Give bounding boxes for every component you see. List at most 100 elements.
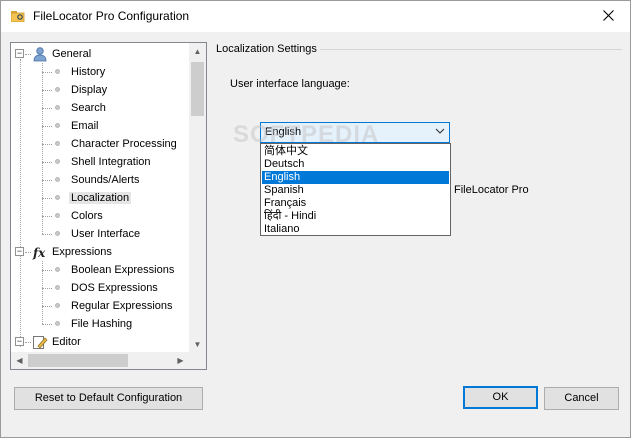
bullet-icon [55, 123, 60, 128]
language-option[interactable]: Italiano [262, 223, 449, 236]
tree-item[interactable]: File Hashing [69, 315, 134, 333]
tree-item-label: History [71, 66, 106, 78]
scroll-corner [189, 352, 206, 369]
tree-item[interactable]: DOS Expressions [69, 279, 160, 297]
bullet-icon [55, 177, 60, 182]
tree-connector [42, 63, 43, 234]
language-label: User interface language: [230, 78, 350, 90]
tree-connector [25, 54, 31, 55]
tree-item-label: Colors [71, 210, 103, 222]
tree-horizontal-scrollbar[interactable]: ◀ ▶ [11, 352, 189, 369]
tree-vertical-scrollbar[interactable]: ▲ ▼ [189, 43, 206, 353]
settings-tree[interactable]: ▲ ▼ ◀ ▶ − General History Display Search Emai… [10, 42, 207, 370]
tree-item[interactable]: Regular Expressions [69, 297, 175, 315]
tree-item[interactable]: Character Processing [69, 135, 179, 153]
tree-item-label: Shell Integration [71, 156, 151, 168]
tree-connector [42, 270, 52, 271]
bullet-icon [55, 87, 60, 92]
language-option[interactable]: Français [262, 197, 449, 210]
scroll-left-icon[interactable]: ◀ [11, 352, 28, 369]
bullet-icon [55, 69, 60, 74]
tree-item[interactable]: Sounds/Alerts [69, 171, 141, 189]
tree-item-label: Editor [52, 336, 81, 348]
tree-item[interactable]: Boolean Expressions [69, 261, 176, 279]
tree-connector [42, 234, 52, 235]
tree-item-label: Email [71, 120, 99, 132]
tree-connector [42, 324, 52, 325]
horizontal-scroll-thumb[interactable] [28, 354, 128, 367]
tree-item[interactable]: Localization [69, 189, 132, 207]
tree-connector [42, 180, 52, 181]
tree-item-label: Localization [69, 192, 132, 204]
folder-search-icon [10, 10, 25, 23]
bullet-icon [55, 105, 60, 110]
tree-item-label: Sounds/Alerts [71, 174, 140, 186]
bullet-icon [55, 141, 60, 146]
ok-button[interactable]: OK [463, 386, 538, 409]
title-bar: FileLocator Pro Configuration [1, 1, 630, 32]
svg-text:fx: fx [32, 246, 46, 260]
tree-connector [42, 126, 52, 127]
chevron-down-icon [435, 126, 445, 139]
tree-connector [42, 261, 43, 324]
tree-item-label: Character Processing [71, 138, 177, 150]
tree-connector [20, 59, 21, 347]
tree-connector [42, 108, 52, 109]
bullet-icon [55, 213, 60, 218]
tree-connector [25, 252, 31, 253]
collapse-toggle-icon[interactable]: − [15, 247, 24, 256]
tree-item-label: Search [71, 102, 106, 114]
language-option[interactable]: Spanish [262, 184, 449, 197]
language-option[interactable]: Deutsch [262, 158, 449, 171]
tree-item-label: User Interface [71, 228, 141, 240]
bullet-icon [55, 231, 60, 236]
bullet-icon [55, 303, 60, 308]
tree-item[interactable]: Search [69, 99, 108, 117]
tree-item-label: General [52, 48, 92, 60]
tree-item[interactable]: Editor [50, 333, 83, 351]
tree-connector [42, 288, 52, 289]
close-button[interactable] [586, 1, 630, 32]
editor-icon [32, 334, 48, 353]
language-option[interactable]: English [262, 171, 449, 184]
scroll-up-icon[interactable]: ▲ [189, 43, 206, 60]
bullet-icon [55, 159, 60, 164]
section-divider [320, 49, 622, 50]
cancel-button[interactable]: Cancel [544, 387, 619, 410]
window-title: FileLocator Pro Configuration [33, 9, 190, 23]
bullet-icon [55, 285, 60, 290]
tree-connector [42, 90, 52, 91]
bullet-icon [55, 267, 60, 272]
collapse-toggle-icon[interactable]: − [15, 49, 24, 58]
tree-item-label: Expressions [52, 246, 112, 258]
tree-connector [42, 144, 52, 145]
tree-connector [42, 72, 52, 73]
tree-connector [42, 162, 52, 163]
close-icon [602, 9, 614, 24]
tree-item-label: DOS Expressions [71, 282, 158, 294]
section-title: Localization Settings [216, 43, 317, 55]
user-icon [32, 46, 48, 65]
tree-item[interactable]: History [69, 63, 107, 81]
tree-item-label: Display [71, 84, 108, 96]
partial-option-text: FileLocator Pro [454, 184, 529, 196]
language-options-list[interactable]: 简体中文 Deutsch English Spanish Français हिंदी -… [260, 143, 451, 236]
reset-default-button[interactable]: Reset to Default Configuration [14, 387, 203, 410]
bullet-icon [55, 195, 60, 200]
tree-item-label: Boolean Expressions [71, 264, 175, 276]
tree-connector [42, 306, 52, 307]
config-dialog: FileLocator Pro Configuration ▲ ▼ ◀ ▶ − G… [0, 0, 631, 438]
tree-item[interactable]: Email [69, 117, 101, 135]
tree-connector [42, 198, 52, 199]
tree-item[interactable]: Colors [69, 207, 105, 225]
tree-item[interactable]: User Interface [69, 225, 142, 243]
collapse-toggle-icon[interactable]: − [15, 337, 24, 346]
tree-item[interactable]: Display [69, 81, 109, 99]
scroll-down-icon[interactable]: ▼ [189, 336, 206, 353]
tree-item[interactable]: Shell Integration [69, 153, 153, 171]
vertical-scroll-thumb[interactable] [191, 62, 204, 116]
scroll-right-icon[interactable]: ▶ [172, 352, 189, 369]
language-option[interactable]: हिंदी - Hindi [262, 210, 449, 223]
tree-item[interactable]: Expressions [50, 243, 114, 261]
tree-item[interactable]: General [50, 45, 93, 63]
